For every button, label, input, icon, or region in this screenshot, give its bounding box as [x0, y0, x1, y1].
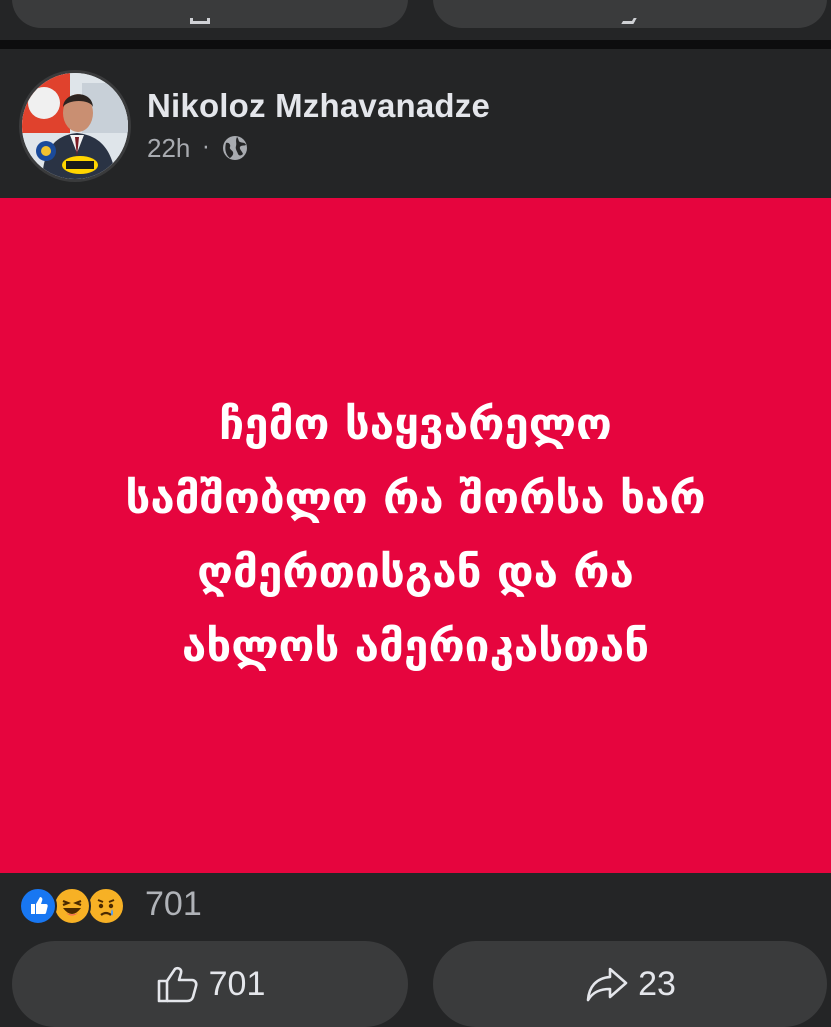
like-reaction-icon	[19, 887, 57, 925]
share-icon	[621, 18, 637, 24]
post-timestamp[interactable]: 22h	[147, 133, 190, 164]
previous-like-button[interactable]	[12, 0, 408, 28]
post-header: Nikoloz Mzhavanadze 22h ·	[0, 49, 831, 198]
reaction-count[interactable]: 701	[145, 885, 202, 924]
post-text: ჩემო საყვარელო სამშობლო რა შორსა ხარ ღმე…	[36, 388, 796, 684]
reactions-summary[interactable]: 701	[0, 873, 831, 941]
post-text-line: ჩემო საყვარელო	[219, 398, 612, 450]
share-button[interactable]: 23	[433, 941, 827, 1027]
post-meta: 22h ·	[147, 133, 249, 163]
share-arrow-icon	[586, 967, 628, 1002]
avatar-photo	[22, 73, 128, 179]
post-text-line: ღმერთისგან და რა	[197, 546, 634, 598]
sad-reaction-icon	[87, 887, 125, 925]
previous-post-actions	[0, 0, 831, 40]
like-icon	[190, 18, 210, 24]
post-text-line: სამშობლო რა შორსა ხარ	[125, 472, 706, 524]
avatar[interactable]	[19, 70, 131, 182]
like-button[interactable]: 701	[12, 941, 408, 1027]
like-count: 701	[208, 964, 266, 1003]
previous-share-button[interactable]	[433, 0, 827, 28]
globe-icon	[221, 134, 249, 162]
post-text-line: ახლოს ამერიკასთან	[181, 620, 650, 672]
author-name[interactable]: Nikoloz Mzhavanadze	[147, 87, 490, 125]
thumbs-up-icon	[157, 966, 198, 1003]
post-content[interactable]: ჩემო საყვარელო სამშობლო რა შორსა ხარ ღმე…	[0, 198, 831, 873]
share-count: 23	[638, 964, 676, 1003]
meta-separator: ·	[202, 135, 210, 161]
post-divider	[0, 40, 831, 49]
haha-reaction-icon	[53, 887, 91, 925]
